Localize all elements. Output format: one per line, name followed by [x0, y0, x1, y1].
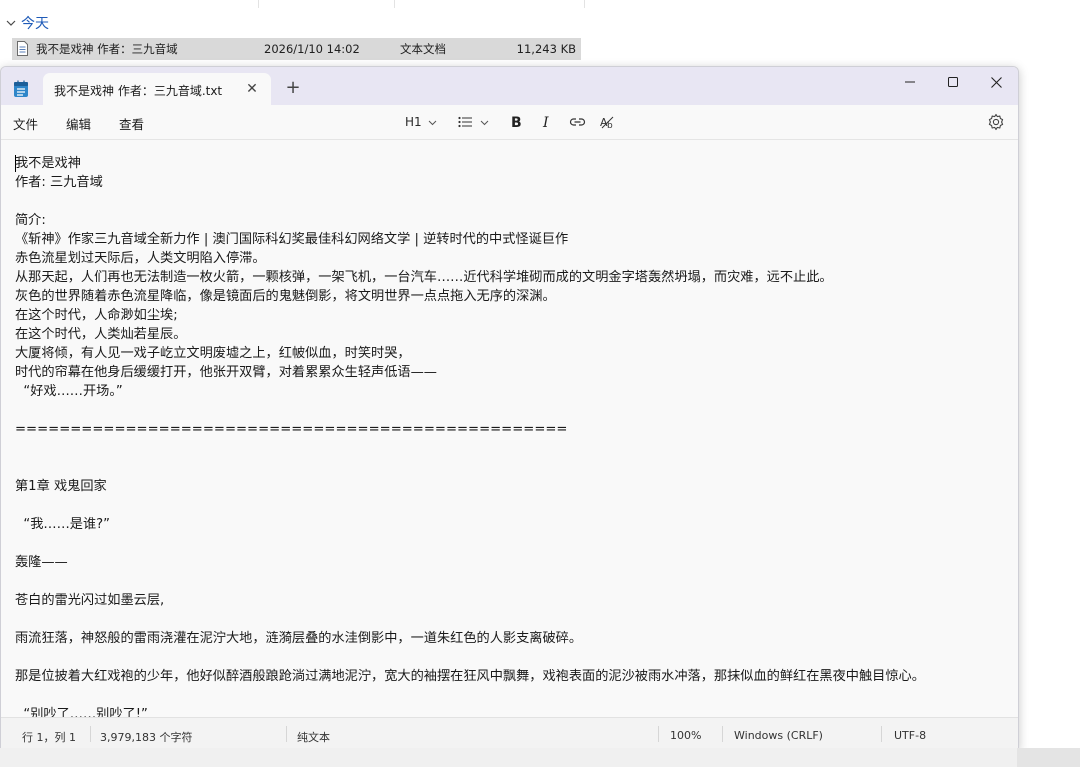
close-button[interactable] [974, 67, 1018, 97]
document-line: 在这个时代，人命渺如尘埃; [15, 308, 178, 323]
minimize-icon [905, 81, 915, 83]
column-divider [258, 0, 259, 8]
document-line: 在这个时代，人类灿若星辰。 [15, 327, 187, 342]
document-line: 雨流狂落，神怒般的雷雨浇灌在泥泞大地，涟漪层叠的水洼倒影中，一道朱红色的人影支离… [15, 631, 583, 646]
document-line: ========================================… [15, 422, 568, 437]
status-divider [881, 726, 882, 742]
status-divider [286, 726, 287, 742]
status-divider [90, 726, 91, 742]
document-line [15, 610, 925, 629]
tab-title: 我不是戏神 作者：三九音域.txt [54, 84, 223, 98]
file-type: 文本文档 [400, 42, 446, 56]
maximize-icon [948, 77, 958, 87]
chevron-down-icon [6, 20, 16, 26]
chevron-down-icon [480, 120, 489, 125]
encoding[interactable]: UTF-8 [894, 729, 926, 742]
column-divider [584, 0, 585, 8]
settings-gear-icon[interactable] [987, 113, 1005, 131]
document-line [15, 686, 925, 705]
zoom-level[interactable]: 100% [670, 729, 701, 742]
document-line: 我不是戏神 [15, 156, 81, 171]
heading-dropdown[interactable]: H1 [405, 113, 437, 131]
background-strip-right [1017, 748, 1080, 767]
status-divider [658, 726, 659, 742]
document-line [15, 572, 925, 591]
column-divider [394, 0, 395, 8]
document-line [15, 534, 925, 553]
document-line: “别吵了……别吵了!” [15, 707, 148, 717]
character-count: 3,979,183 个字符 [100, 731, 193, 744]
chevron-down-icon [428, 120, 437, 125]
cursor-position: 行 1，列 1 [22, 731, 76, 744]
document-line: 从那天起，人们再也无法制造一枚火箭，一颗核弹，一架飞机，一台汽车……近代科学堆砌… [15, 270, 833, 285]
new-tab-plus-icon[interactable]: + [285, 79, 301, 97]
document-line: 《斩神》作家三九音域全新力作 | 澳门国际科幻奖最佳科幻网络文学 | 逆转时代的… [15, 232, 569, 247]
document-line [15, 496, 925, 515]
file-name: 我不是戏神 作者：三九音域 [36, 42, 178, 56]
document-line [15, 401, 925, 420]
bold-button[interactable]: B [510, 113, 523, 131]
tab-close-icon[interactable]: ✕ [245, 82, 259, 96]
link-icon [569, 118, 586, 126]
background-strip [0, 748, 1080, 767]
document-text[interactable]: 我不是戏神作者: 三九音域 简介: 《斩神》作家三九音域全新力作 | 澳门国际科幻… [15, 154, 925, 717]
text-editor[interactable]: 我不是戏神作者: 三九音域 简介: 《斩神》作家三九音域全新力作 | 澳门国际科幻… [1, 140, 1018, 717]
file-date: 2026/1/10 14:02 [264, 42, 360, 56]
minimize-button[interactable] [888, 67, 932, 97]
document-line: 时代的帘幕在他身后缓缓打开，他张开双臂，对着累累众生轻声低语—— [15, 365, 437, 380]
bulleted-list-icon [458, 116, 472, 128]
document-line: 轰隆—— [15, 555, 68, 570]
tab-document[interactable]: 我不是戏神 作者：三九音域.txt ✕ [43, 73, 271, 105]
list-dropdown[interactable] [458, 113, 489, 131]
format-mode[interactable]: 纯文本 [297, 729, 330, 745]
group-label: 今天 [21, 16, 49, 32]
clear-formatting-button[interactable]: A b [600, 113, 616, 131]
heading-label: H1 [405, 115, 422, 129]
italic-icon: I [542, 115, 549, 129]
close-icon [990, 76, 1002, 88]
status-divider [722, 726, 723, 742]
document-line [15, 192, 925, 211]
notepad-window: 我不是戏神 作者：三九音域.txt ✕ + 文件 编辑 查看 H1 B I A … [0, 66, 1019, 750]
svg-text:B: B [511, 115, 522, 129]
bold-icon: B [511, 115, 522, 129]
italic-button[interactable]: I [541, 113, 554, 131]
document-line: “我……是谁?” [15, 517, 110, 532]
document-line: 简介: [15, 213, 46, 228]
menu-edit[interactable]: 编辑 [66, 114, 91, 133]
document-line: 苍白的雷光闪过如墨云层, [15, 593, 165, 608]
link-button[interactable] [569, 113, 586, 131]
document-line: 第1章 戏鬼回家 [15, 479, 107, 494]
menu-view[interactable]: 查看 [119, 114, 144, 133]
line-ending[interactable]: Windows (CRLF) [734, 729, 823, 742]
text-file-icon [17, 41, 28, 56]
file-row[interactable]: 我不是戏神 作者：三九音域 2026/1/10 14:02 文本文档 11,24… [12, 38, 581, 60]
document-line: 作者: 三九音域 [15, 175, 103, 190]
group-header-today[interactable]: 今天 [6, 13, 49, 33]
document-line [15, 458, 925, 477]
svg-text:I: I [542, 115, 549, 129]
document-line: 赤色流星划过天际后，人类文明陷入停滞。 [15, 251, 266, 266]
maximize-button[interactable] [931, 67, 975, 97]
document-line: 那是位披着大红戏袍的少年，他好似醉酒般踉跄淌过满地泥泞，宽大的袖摆在狂风中飘舞，… [15, 669, 925, 684]
document-line: “好戏……开场。” [15, 384, 123, 399]
clear-formatting-icon: A b [600, 116, 614, 130]
title-bar[interactable]: 我不是戏神 作者：三九音域.txt ✕ + [1, 67, 1018, 105]
menu-file[interactable]: 文件 [13, 114, 38, 133]
document-line [15, 439, 925, 458]
status-bar: 行 1，列 1 3,979,183 个字符 纯文本 100% Windows (… [1, 717, 1018, 749]
document-line: 灰色的世界随着赤色流星降临，像是镜面后的鬼魅倒影，将文明世界一点点拖入无序的深渊… [15, 289, 556, 304]
document-line [15, 648, 925, 667]
document-line: 大厦将倾，有人见一戏子屹立文明废墟之上，红帔似血，时笑时哭， [15, 346, 411, 361]
menu-bar: 文件 编辑 查看 H1 B I A b [1, 105, 1018, 140]
notepad-app-icon [14, 80, 28, 97]
file-size: 11,243 KB [516, 42, 576, 56]
